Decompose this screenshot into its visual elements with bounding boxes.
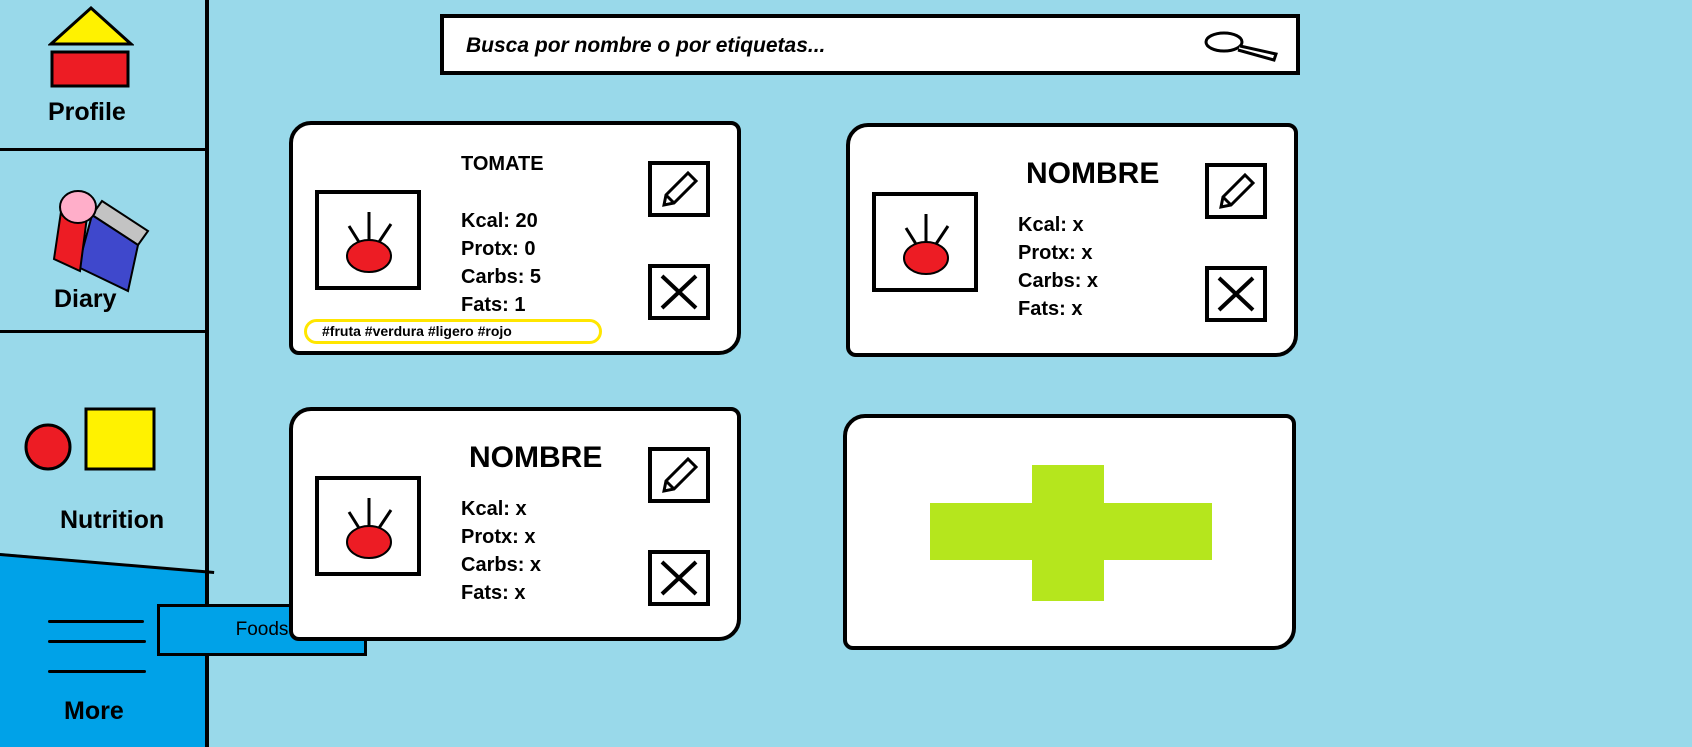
nutrition-facts: Kcal: x Protx: x Carbs: x Fats: x [1018,211,1098,323]
kcal-value: Kcal: 20 [461,210,538,232]
fats-value: Fats: x [461,582,526,604]
tags-list: #fruta #verdura #ligero #rojo [304,319,602,344]
search-input[interactable] [464,30,1208,62]
protein-value: Protx: 0 [461,238,536,260]
edit-button[interactable] [1205,163,1267,219]
edit-button[interactable] [648,161,710,217]
nutrition-facts: Kcal: 20 Protx: 0 Carbs: 5 Fats: 1 [461,207,541,319]
nutrition-facts: Kcal: x Protx: x Carbs: x Fats: x [461,495,541,607]
fats-value: Fats: x [1018,298,1083,320]
search-icon[interactable] [1204,28,1282,64]
tomato-icon [903,214,950,275]
tomato-icon [346,212,393,273]
sidebar-item-diary[interactable]: Diary [0,151,205,330]
food-card[interactable]: TOMATE Kcal: 20 Protx: 0 Carbs: 5 Fats: … [289,121,741,355]
search-bar [440,14,1300,75]
pencil-icon [662,456,699,493]
food-card[interactable]: NOMBRE Kcal: x Protx: x Carbs: x Fats: x [846,123,1298,357]
food-image [872,192,978,292]
carbs-value: Carbs: x [461,554,542,576]
house-icon [48,6,134,88]
close-icon [660,274,698,310]
add-food-button[interactable] [843,414,1296,650]
kcal-value: Kcal: x [1018,214,1084,236]
protein-value: Protx: x [1018,242,1093,264]
fats-value: Fats: 1 [461,294,526,316]
foods-label: Foods [235,619,289,640]
delete-button[interactable] [1205,266,1267,322]
sidebar-item-nutrition[interactable]: Nutrition [0,333,205,551]
protein-value: Protx: x [461,526,536,548]
kcal-value: Kcal: x [461,498,527,520]
food-name: NOMBRE [1026,157,1160,190]
pencil-icon [662,170,699,207]
book-icon [52,190,150,293]
close-icon [1217,276,1255,312]
sidebar-item-label: Profile [48,98,126,126]
food-name: TOMATE [461,153,544,175]
food-name: NOMBRE [469,441,603,474]
sidebar-item-label: Diary [54,285,117,313]
food-image [315,476,421,576]
shapes-icon [24,407,156,471]
close-icon [660,560,698,596]
delete-button[interactable] [648,264,710,320]
carbs-value: Carbs: x [1018,270,1099,292]
delete-button[interactable] [648,550,710,606]
sidebar-item-label: More [64,697,124,725]
sidebar-item-label: Nutrition [60,506,165,534]
pencil-icon [1219,172,1256,209]
food-card[interactable]: NOMBRE Kcal: x Protx: x Carbs: x Fats: x [289,407,741,641]
food-image [315,190,421,290]
sidebar-item-profile[interactable]: Profile [0,0,205,148]
tomato-icon [346,498,393,559]
edit-button[interactable] [648,447,710,503]
carbs-value: Carbs: 5 [461,266,542,288]
